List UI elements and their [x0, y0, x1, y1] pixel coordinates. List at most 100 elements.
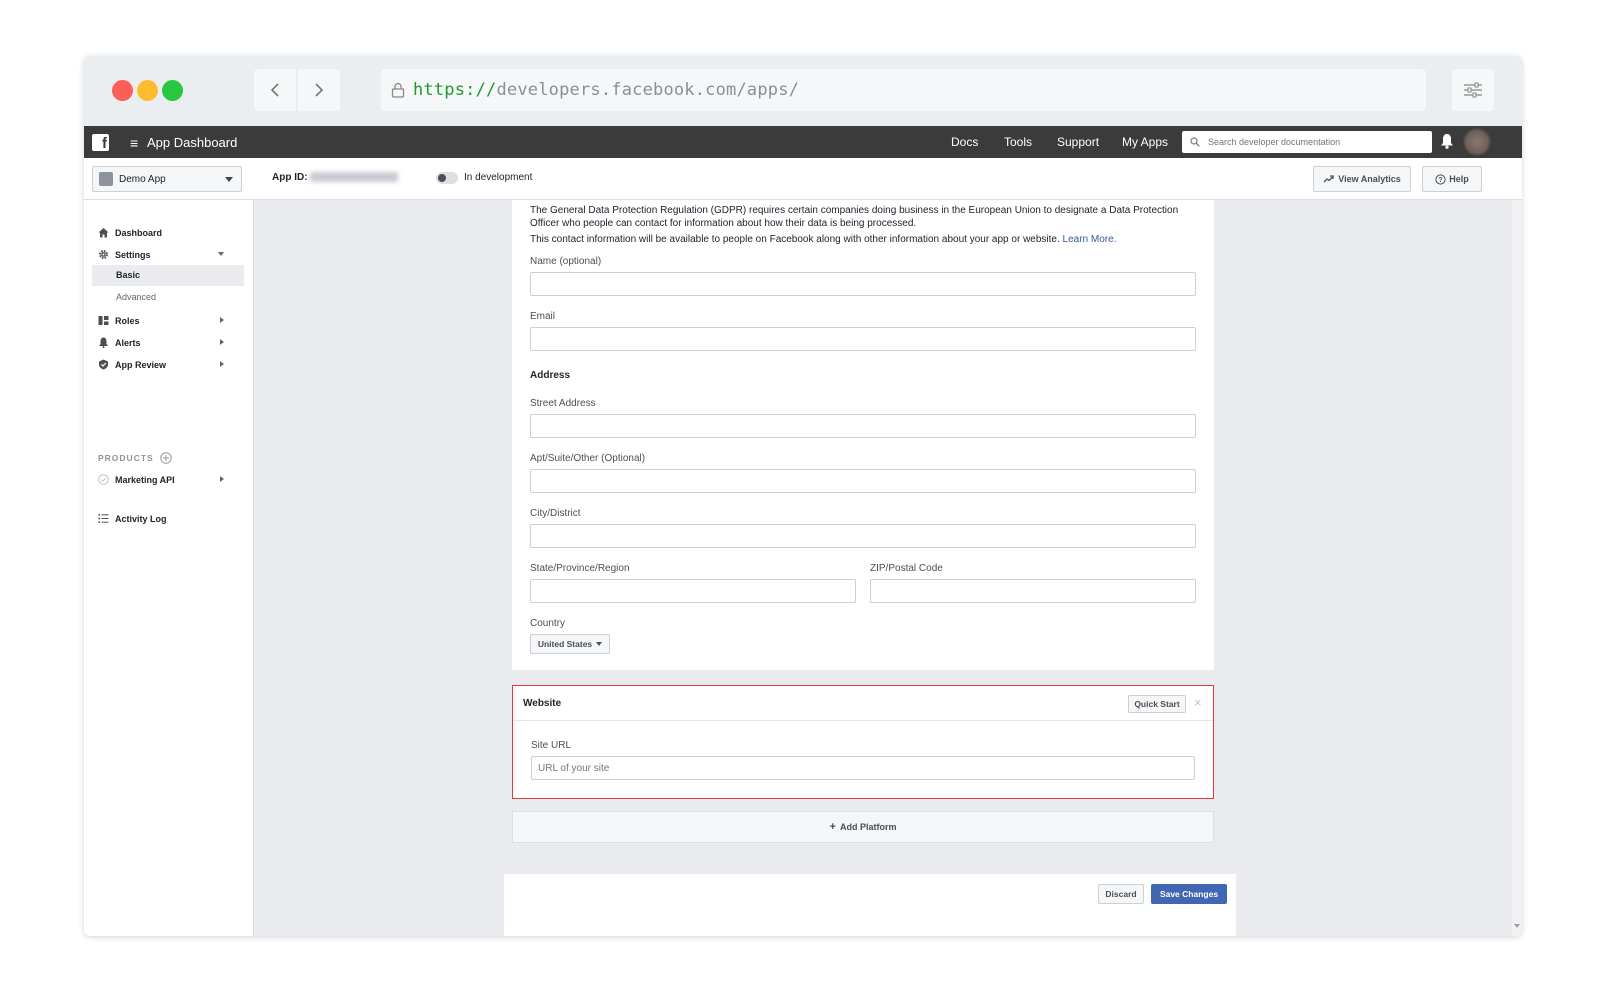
- state-label: State/Province/Region: [530, 563, 630, 574]
- email-field[interactable]: [530, 327, 1196, 351]
- address-bar[interactable]: https://developers.facebook.com/apps/: [381, 69, 1426, 111]
- add-platform-button[interactable]: + Add Platform: [512, 811, 1214, 843]
- nav-docs[interactable]: Docs: [951, 135, 978, 149]
- site-url-input[interactable]: [531, 756, 1195, 780]
- user-avatar[interactable]: [1464, 129, 1490, 155]
- sidebar-item-activity-log[interactable]: Activity Log: [98, 513, 167, 524]
- check-circle-icon: [98, 474, 109, 485]
- nav-tools[interactable]: Tools: [1004, 135, 1032, 149]
- lock-icon: [391, 82, 405, 98]
- roles-icon: [98, 315, 109, 326]
- website-platform-panel: Website Quick Start × Site URL: [512, 685, 1214, 799]
- sidebar-label-roles: Roles: [115, 315, 140, 326]
- name-label: Name (optional): [530, 256, 602, 267]
- state-field[interactable]: [530, 579, 856, 603]
- sidebar-item-roles[interactable]: Roles: [98, 315, 240, 326]
- apt-field[interactable]: [530, 469, 1196, 493]
- chevron-left-icon: [270, 83, 279, 97]
- name-field[interactable]: [530, 272, 1196, 296]
- products-heading: PRODUCTS: [98, 452, 172, 464]
- contact-text: This contact information will be availab…: [530, 234, 1060, 245]
- menu-icon[interactable]: ≡: [130, 135, 138, 151]
- nav-support[interactable]: Support: [1057, 135, 1099, 149]
- trend-up-icon: [1323, 175, 1334, 183]
- save-changes-button[interactable]: Save Changes: [1151, 884, 1227, 904]
- view-analytics-label: View Analytics: [1338, 174, 1401, 184]
- gdpr-description: The General Data Protection Regulation (…: [530, 204, 1200, 246]
- sidebar-item-alerts[interactable]: Alerts: [98, 337, 240, 348]
- url-text: https://developers.facebook.com/apps/: [413, 80, 799, 100]
- facebook-logo-icon[interactable]: f: [92, 134, 109, 151]
- plus-icon: +: [829, 821, 836, 833]
- caret-down-icon: [596, 642, 603, 646]
- main-content: The General Data Protection Regulation (…: [254, 200, 1522, 936]
- close-icon[interactable]: ×: [1194, 695, 1202, 710]
- dev-status-label: In development: [464, 172, 533, 183]
- contact-text-paragraph: This contact information will be availab…: [530, 233, 1200, 246]
- add-platform-label: Add Platform: [839, 822, 897, 832]
- view-analytics-button[interactable]: View Analytics: [1313, 166, 1411, 192]
- search-box[interactable]: [1182, 131, 1432, 153]
- sidebar-label-settings: Settings: [115, 249, 151, 260]
- contact-info-card: The General Data Protection Regulation (…: [512, 200, 1214, 670]
- list-icon: [98, 513, 109, 524]
- sidebar-item-settings[interactable]: Settings: [98, 249, 240, 260]
- gear-icon: [98, 249, 109, 260]
- shield-check-icon: [98, 359, 109, 370]
- chevron-right-icon: [220, 361, 224, 367]
- sidebar-label-marketing-api: Marketing API: [115, 474, 175, 485]
- svg-text:?: ?: [1439, 177, 1443, 184]
- website-title: Website: [523, 698, 562, 709]
- app-selector[interactable]: Demo App: [92, 166, 242, 192]
- country-select[interactable]: United States: [530, 634, 610, 654]
- sidebar-label-activity-log: Activity Log: [115, 513, 167, 524]
- bell-icon: [98, 337, 109, 348]
- sidebar-item-advanced[interactable]: Advanced: [92, 287, 244, 308]
- app-name: Demo App: [119, 173, 166, 185]
- scrollbar[interactable]: [1512, 200, 1522, 936]
- street-address-field[interactable]: [530, 414, 1196, 438]
- minimize-window-button[interactable]: [137, 80, 158, 101]
- help-button[interactable]: ? Help: [1422, 166, 1482, 192]
- scroll-down-arrow-icon[interactable]: [1514, 924, 1520, 928]
- apt-label: Apt/Suite/Other (Optional): [530, 453, 646, 464]
- app-icon: [99, 172, 113, 186]
- email-label: Email: [530, 311, 556, 322]
- help-label: Help: [1449, 174, 1469, 184]
- divider: [513, 720, 1213, 721]
- sidebar-item-dashboard[interactable]: Dashboard: [98, 227, 162, 238]
- sidebar-item-marketing-api[interactable]: Marketing API: [98, 474, 240, 485]
- chevron-right-icon: [315, 83, 324, 97]
- city-label: City/District: [530, 508, 581, 519]
- close-window-button[interactable]: [112, 80, 133, 101]
- sidebar-item-app-review[interactable]: App Review: [98, 359, 240, 370]
- question-circle-icon: ?: [1435, 173, 1446, 185]
- address-heading: Address: [530, 370, 571, 381]
- app-dashboard-title[interactable]: App Dashboard: [147, 135, 237, 150]
- products-label: PRODUCTS: [98, 453, 154, 463]
- browser-settings-button[interactable]: [1452, 69, 1494, 111]
- developer-topbar: f ≡ App Dashboard Docs Tools Support My …: [84, 126, 1522, 158]
- sidebar-label-dashboard: Dashboard: [115, 227, 163, 238]
- zip-field[interactable]: [870, 579, 1196, 603]
- learn-more-link[interactable]: Learn More.: [1063, 234, 1117, 245]
- chevron-down-icon: [218, 252, 224, 256]
- gdpr-text: The General Data Protection Regulation (…: [530, 205, 1179, 229]
- country-value: United States: [537, 639, 593, 649]
- street-address-label: Street Address: [530, 398, 596, 409]
- forward-button[interactable]: [298, 69, 340, 111]
- country-label: Country: [530, 618, 566, 629]
- quick-start-button[interactable]: Quick Start: [1128, 695, 1186, 713]
- maximize-window-button[interactable]: [162, 80, 183, 101]
- dev-mode-toggle[interactable]: [436, 172, 458, 184]
- add-product-icon[interactable]: [160, 452, 172, 464]
- bell-icon[interactable]: [1440, 133, 1454, 149]
- caret-down-icon: [225, 177, 233, 182]
- sidebar-item-basic[interactable]: Basic: [92, 265, 244, 286]
- app-subheader: Demo App App ID: In development View Ana…: [84, 158, 1522, 200]
- discard-button[interactable]: Discard: [1098, 884, 1144, 904]
- city-field[interactable]: [530, 524, 1196, 548]
- back-button[interactable]: [254, 69, 296, 111]
- nav-my-apps[interactable]: My Apps: [1122, 135, 1168, 149]
- search-input[interactable]: [1208, 137, 1418, 147]
